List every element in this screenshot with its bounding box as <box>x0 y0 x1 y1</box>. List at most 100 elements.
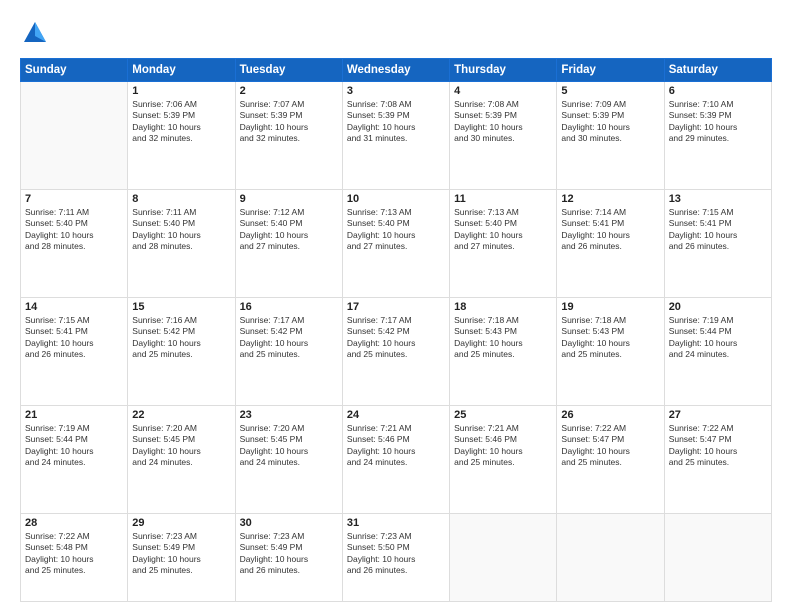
day-cell: 12 Sunrise: 7:14 AMSunset: 5:41 PMDayligh… <box>557 189 664 297</box>
day-info: Sunrise: 7:23 AMSunset: 5:49 PMDaylight:… <box>240 531 338 577</box>
week-row-3: 14 Sunrise: 7:15 AMSunset: 5:41 PMDayligh… <box>21 297 772 405</box>
day-info: Sunrise: 7:19 AMSunset: 5:44 PMDaylight:… <box>669 315 767 361</box>
day-cell: 16 Sunrise: 7:17 AMSunset: 5:42 PMDayligh… <box>235 297 342 405</box>
day-info: Sunrise: 7:18 AMSunset: 5:43 PMDaylight:… <box>454 315 552 361</box>
day-cell <box>664 513 771 601</box>
day-number: 30 <box>240 517 338 529</box>
day-cell: 8Sunrise: 7:11 AMSunset: 5:40 PMDaylight… <box>128 189 235 297</box>
day-number: 14 <box>25 301 123 313</box>
day-cell: 19 Sunrise: 7:18 AMSunset: 5:43 PMDayligh… <box>557 297 664 405</box>
day-number: 21 <box>25 409 123 421</box>
day-cell: 2Sunrise: 7:07 AMSunset: 5:39 PMDaylight… <box>235 82 342 190</box>
day-number: 9 <box>240 193 338 205</box>
day-cell: 14 Sunrise: 7:15 AMSunset: 5:41 PMDayligh… <box>21 297 128 405</box>
day-info: Sunrise: 7:23 AMSunset: 5:50 PMDaylight:… <box>347 531 445 577</box>
logo <box>20 18 54 48</box>
day-number: 19 <box>561 301 659 313</box>
day-info: Sunrise: 7:17 AMSunset: 5:42 PMDaylight:… <box>347 315 445 361</box>
day-info: Sunrise: 7:23 AMSunset: 5:49 PMDaylight:… <box>132 531 230 577</box>
day-info: Sunrise: 7:22 AMSunset: 5:47 PMDaylight:… <box>669 423 767 469</box>
day-cell: 26 Sunrise: 7:22 AMSunset: 5:47 PMDayligh… <box>557 405 664 513</box>
day-number: 4 <box>454 85 552 97</box>
day-cell: 6Sunrise: 7:10 AMSunset: 5:39 PMDaylight… <box>664 82 771 190</box>
day-info: Sunrise: 7:15 AMSunset: 5:41 PMDaylight:… <box>669 207 767 253</box>
day-cell <box>557 513 664 601</box>
day-number: 29 <box>132 517 230 529</box>
day-cell: 23 Sunrise: 7:20 AMSunset: 5:45 PMDayligh… <box>235 405 342 513</box>
day-number: 23 <box>240 409 338 421</box>
day-info: Sunrise: 7:07 AMSunset: 5:39 PMDaylight:… <box>240 99 338 145</box>
day-cell: 30 Sunrise: 7:23 AMSunset: 5:49 PMDayligh… <box>235 513 342 601</box>
day-info: Sunrise: 7:12 AMSunset: 5:40 PMDaylight:… <box>240 207 338 253</box>
day-number: 26 <box>561 409 659 421</box>
day-info: Sunrise: 7:08 AMSunset: 5:39 PMDaylight:… <box>454 99 552 145</box>
week-row-1: 1Sunrise: 7:06 AMSunset: 5:39 PMDaylight… <box>21 82 772 190</box>
day-info: Sunrise: 7:18 AMSunset: 5:43 PMDaylight:… <box>561 315 659 361</box>
day-number: 28 <box>25 517 123 529</box>
day-info: Sunrise: 7:13 AMSunset: 5:40 PMDaylight:… <box>454 207 552 253</box>
day-number: 17 <box>347 301 445 313</box>
day-info: Sunrise: 7:08 AMSunset: 5:39 PMDaylight:… <box>347 99 445 145</box>
day-cell: 31Sunrise: 7:23 AMSunset: 5:50 PMDayligh… <box>342 513 449 601</box>
day-number: 12 <box>561 193 659 205</box>
day-number: 5 <box>561 85 659 97</box>
day-number: 16 <box>240 301 338 313</box>
day-info: Sunrise: 7:14 AMSunset: 5:41 PMDaylight:… <box>561 207 659 253</box>
day-cell: 15Sunrise: 7:16 AMSunset: 5:42 PMDayligh… <box>128 297 235 405</box>
day-number: 20 <box>669 301 767 313</box>
header <box>20 18 772 48</box>
day-cell: 4 Sunrise: 7:08 AMSunset: 5:39 PMDaylight… <box>450 82 557 190</box>
day-info: Sunrise: 7:10 AMSunset: 5:39 PMDaylight:… <box>669 99 767 145</box>
day-info: Sunrise: 7:09 AMSunset: 5:39 PMDaylight:… <box>561 99 659 145</box>
day-number: 11 <box>454 193 552 205</box>
day-cell: 29 Sunrise: 7:23 AMSunset: 5:49 PMDayligh… <box>128 513 235 601</box>
day-info: Sunrise: 7:15 AMSunset: 5:41 PMDaylight:… <box>25 315 123 361</box>
day-cell: 13 Sunrise: 7:15 AMSunset: 5:41 PMDayligh… <box>664 189 771 297</box>
logo-icon <box>20 18 50 48</box>
day-cell: 5 Sunrise: 7:09 AMSunset: 5:39 PMDaylight… <box>557 82 664 190</box>
calendar-header-row: SundayMondayTuesdayWednesdayThursdayFrid… <box>21 59 772 82</box>
day-cell: 9 Sunrise: 7:12 AMSunset: 5:40 PMDaylight… <box>235 189 342 297</box>
day-number: 22 <box>132 409 230 421</box>
day-number: 13 <box>669 193 767 205</box>
day-info: Sunrise: 7:22 AMSunset: 5:47 PMDaylight:… <box>561 423 659 469</box>
week-row-2: 7 Sunrise: 7:11 AMSunset: 5:40 PMDaylight… <box>21 189 772 297</box>
day-number: 7 <box>25 193 123 205</box>
day-info: Sunrise: 7:16 AMSunset: 5:42 PMDaylight:… <box>132 315 230 361</box>
day-number: 18 <box>454 301 552 313</box>
week-row-4: 21 Sunrise: 7:19 AMSunset: 5:44 PMDayligh… <box>21 405 772 513</box>
day-cell: 17 Sunrise: 7:17 AMSunset: 5:42 PMDayligh… <box>342 297 449 405</box>
day-info: Sunrise: 7:19 AMSunset: 5:44 PMDaylight:… <box>25 423 123 469</box>
day-cell: 1Sunrise: 7:06 AMSunset: 5:39 PMDaylight… <box>128 82 235 190</box>
day-cell: 25Sunrise: 7:21 AMSunset: 5:46 PMDayligh… <box>450 405 557 513</box>
day-number: 27 <box>669 409 767 421</box>
col-header-sunday: Sunday <box>21 59 128 82</box>
day-number: 3 <box>347 85 445 97</box>
day-info: Sunrise: 7:20 AMSunset: 5:45 PMDaylight:… <box>132 423 230 469</box>
page: SundayMondayTuesdayWednesdayThursdayFrid… <box>0 0 792 612</box>
day-info: Sunrise: 7:06 AMSunset: 5:39 PMDaylight:… <box>132 99 230 145</box>
day-info: Sunrise: 7:11 AMSunset: 5:40 PMDaylight:… <box>132 207 230 253</box>
day-number: 24 <box>347 409 445 421</box>
col-header-monday: Monday <box>128 59 235 82</box>
day-cell: 21 Sunrise: 7:19 AMSunset: 5:44 PMDayligh… <box>21 405 128 513</box>
day-cell: 28Sunrise: 7:22 AMSunset: 5:48 PMDayligh… <box>21 513 128 601</box>
day-cell: 24 Sunrise: 7:21 AMSunset: 5:46 PMDayligh… <box>342 405 449 513</box>
calendar-table: SundayMondayTuesdayWednesdayThursdayFrid… <box>20 58 772 602</box>
col-header-friday: Friday <box>557 59 664 82</box>
day-info: Sunrise: 7:21 AMSunset: 5:46 PMDaylight:… <box>347 423 445 469</box>
day-cell: 10Sunrise: 7:13 AMSunset: 5:40 PMDayligh… <box>342 189 449 297</box>
day-info: Sunrise: 7:17 AMSunset: 5:42 PMDaylight:… <box>240 315 338 361</box>
day-info: Sunrise: 7:11 AMSunset: 5:40 PMDaylight:… <box>25 207 123 253</box>
day-cell <box>450 513 557 601</box>
day-cell: 7 Sunrise: 7:11 AMSunset: 5:40 PMDaylight… <box>21 189 128 297</box>
day-cell: 11 Sunrise: 7:13 AMSunset: 5:40 PMDayligh… <box>450 189 557 297</box>
day-cell: 18 Sunrise: 7:18 AMSunset: 5:43 PMDayligh… <box>450 297 557 405</box>
day-info: Sunrise: 7:20 AMSunset: 5:45 PMDaylight:… <box>240 423 338 469</box>
col-header-saturday: Saturday <box>664 59 771 82</box>
day-cell: 27 Sunrise: 7:22 AMSunset: 5:47 PMDayligh… <box>664 405 771 513</box>
day-number: 10 <box>347 193 445 205</box>
day-cell: 3 Sunrise: 7:08 AMSunset: 5:39 PMDaylight… <box>342 82 449 190</box>
col-header-wednesday: Wednesday <box>342 59 449 82</box>
col-header-thursday: Thursday <box>450 59 557 82</box>
